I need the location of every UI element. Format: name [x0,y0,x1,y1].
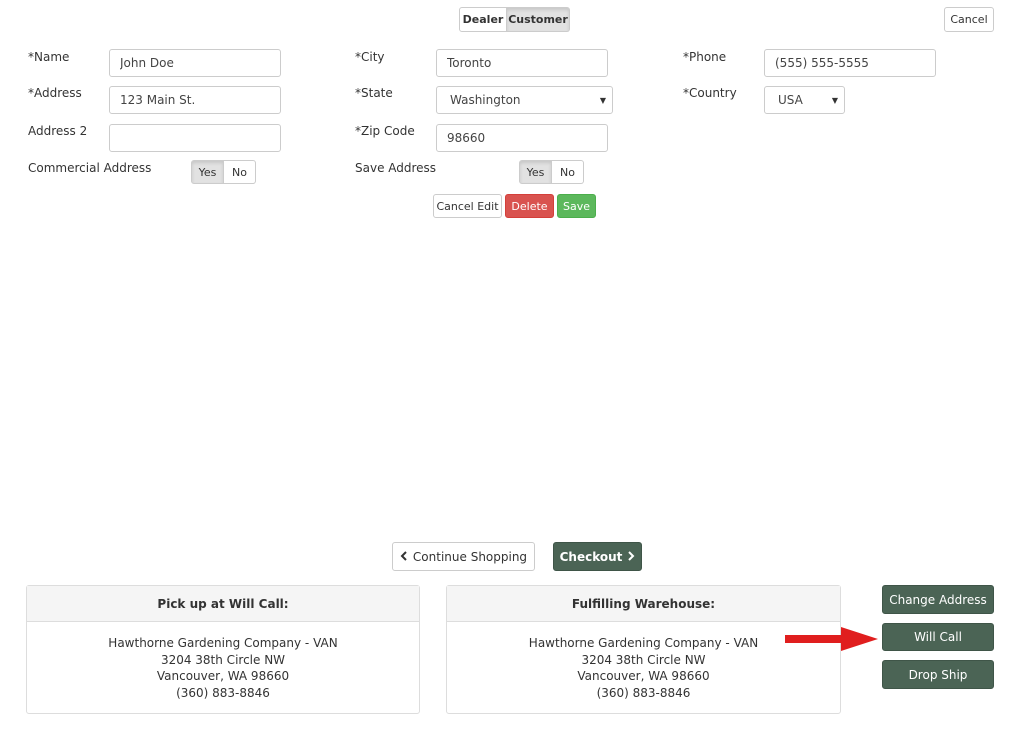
caret-down-icon: ▼ [599,96,606,105]
commercial-yes-button[interactable]: Yes [191,160,224,184]
zip-label: *Zip Code [355,124,415,138]
customer-type-toggle: Dealer Customer [459,7,570,32]
country-label: *Country [683,86,737,100]
name-label: *Name [28,50,70,64]
city-input[interactable] [436,49,608,77]
warehouse-panel-body: Hawthorne Gardening Company - VAN 3204 3… [447,622,840,701]
state-label: *State [355,86,393,100]
commercial-address-toggle: Yes No [191,160,256,184]
save-button[interactable]: Save [557,194,596,218]
cancel-edit-button[interactable]: Cancel Edit [433,194,502,218]
delete-button[interactable]: Delete [505,194,554,218]
customer-button[interactable]: Customer [507,7,570,32]
save-address-label: Save Address [355,161,437,175]
pickup-panel: Pick up at Will Call: Hawthorne Gardenin… [26,585,420,714]
caret-down-icon: ▼ [831,96,838,105]
dealer-button[interactable]: Dealer [459,7,507,32]
phone-input[interactable] [764,49,936,77]
pickup-panel-title: Pick up at Will Call: [27,586,419,622]
checkout-button[interactable]: Checkout [553,542,642,571]
pickup-company: Hawthorne Gardening Company - VAN [108,636,338,650]
warehouse-street: 3204 38th Circle NW [581,652,706,667]
pickup-panel-body: Hawthorne Gardening Company - VAN 3204 3… [27,622,419,701]
address-label: *Address [28,86,82,100]
commercial-no-button[interactable]: No [224,160,256,184]
commercial-address-label: Commercial Address [28,161,152,175]
address-input[interactable] [109,86,281,114]
pickup-city: Vancouver, WA 98660 [156,669,290,683]
save-no-button[interactable]: No [552,160,584,184]
will-call-button[interactable]: Will Call [882,623,994,651]
address2-input[interactable] [109,124,281,152]
warehouse-company: Hawthorne Gardening Company - VAN [528,636,759,650]
continue-shopping-button[interactable]: Continue Shopping [392,542,535,571]
warehouse-panel-title: Fulfilling Warehouse: [447,586,840,622]
state-select[interactable]: Washington ▼ [436,86,613,114]
country-select-value: USA [778,93,803,107]
save-yes-button[interactable]: Yes [519,160,552,184]
state-select-value: Washington [450,93,521,107]
save-address-toggle: Yes No [519,160,584,184]
change-address-button[interactable]: Change Address [882,585,994,614]
pickup-street: 3204 38th Circle NW [160,652,286,667]
name-input[interactable] [109,49,281,77]
city-label: *City [355,50,385,64]
address2-label: Address 2 [28,124,88,138]
country-select[interactable]: USA ▼ [764,86,845,114]
phone-label: *Phone [683,50,727,64]
drop-ship-button[interactable]: Drop Ship [882,660,994,689]
warehouse-city: Vancouver, WA 98660 [577,669,710,683]
chevron-right-icon [627,550,635,564]
warehouse-phone: (360) 883-8846 [596,685,691,700]
chevron-left-icon [400,550,408,564]
cancel-button[interactable]: Cancel [944,7,994,32]
red-arrow-icon [785,627,878,651]
continue-shopping-label: Continue Shopping [412,549,528,564]
checkout-label: Checkout [559,549,623,564]
warehouse-panel: Fulfilling Warehouse: Hawthorne Gardenin… [446,585,841,714]
zip-input[interactable] [436,124,608,152]
pickup-phone: (360) 883-8846 [176,685,270,700]
